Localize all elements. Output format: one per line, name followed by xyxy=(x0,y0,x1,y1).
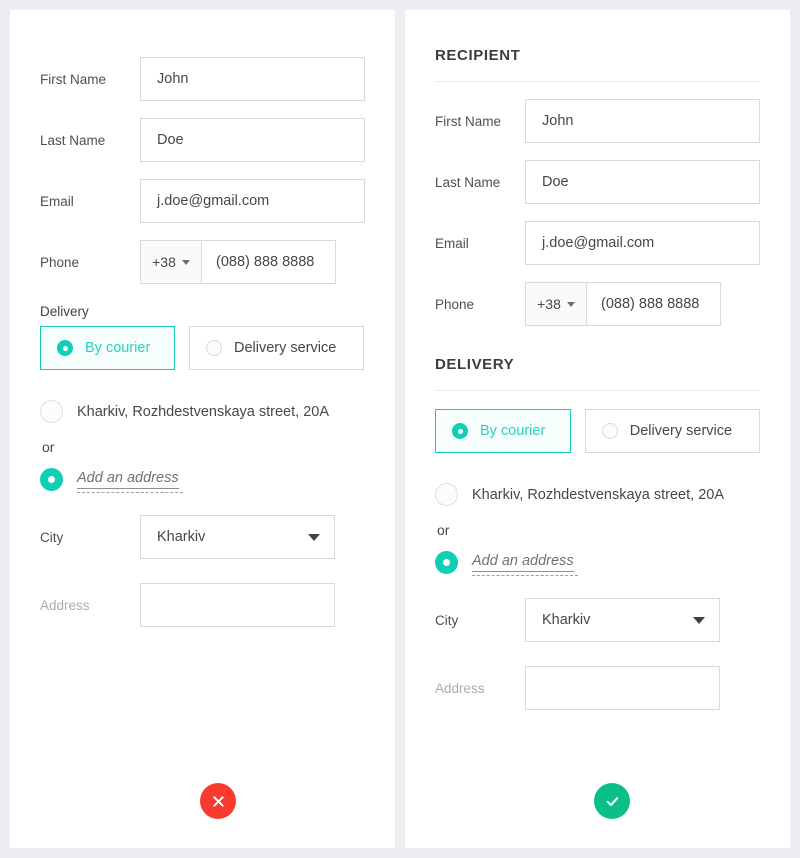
chevron-down-icon xyxy=(181,259,190,265)
saved-address-label: Kharkiv, Rozhdestvenskaya street, 20A xyxy=(472,486,724,503)
cancel-button[interactable] xyxy=(200,783,236,819)
field-row-city: City Kharkiv xyxy=(435,598,760,642)
delivery-option-delivery-service[interactable]: Delivery service xyxy=(584,409,760,453)
last-name-input[interactable]: Doe xyxy=(525,160,760,204)
phone-number-input[interactable]: (088) 888 8888 xyxy=(202,240,336,284)
saved-address-option[interactable]: Kharkiv, Rozhdestvenskaya street, 20A xyxy=(40,400,365,423)
delivery-option-by-courier[interactable]: By courier xyxy=(435,409,571,453)
radio-unselected-icon xyxy=(206,340,222,356)
phone-combo: +38 (088) 888 8888 xyxy=(525,282,721,326)
or-separator-label: or xyxy=(437,522,450,538)
last-name-label: Last Name xyxy=(435,174,501,190)
or-separator-label: or xyxy=(42,439,55,455)
check-icon xyxy=(606,796,618,806)
saved-address-label: Kharkiv, Rozhdestvenskaya street, 20A xyxy=(77,403,329,420)
email-input[interactable]: j.doe@gmail.com xyxy=(525,221,760,265)
address-input[interactable] xyxy=(140,583,335,627)
field-row-phone: Phone +38 (088) 888 8888 xyxy=(40,240,365,284)
delivery-mode-group: By courier Delivery service xyxy=(435,409,760,453)
right-panel-action-bar xyxy=(435,783,760,848)
delivery-inline-label: Delivery xyxy=(40,304,89,319)
radio-unselected-icon xyxy=(435,483,458,506)
delivery-section-heading: DELIVERY xyxy=(435,356,515,373)
phone-combo: +38 (088) 888 8888 xyxy=(140,240,336,284)
last-name-label: Last Name xyxy=(40,132,106,148)
delivery-option-by-courier[interactable]: By courier xyxy=(40,326,175,370)
radio-unselected-icon xyxy=(40,400,63,423)
confirm-button[interactable] xyxy=(594,783,630,819)
city-select[interactable]: Kharkiv xyxy=(140,515,335,559)
add-address-label[interactable]: Add an address xyxy=(77,470,183,493)
phone-number-input[interactable]: (088) 888 8888 xyxy=(587,282,721,326)
country-code-value: +38 xyxy=(152,254,176,270)
first-name-label: First Name xyxy=(435,113,502,129)
radio-selected-icon xyxy=(452,423,468,439)
city-label: City xyxy=(435,612,459,628)
address-input[interactable] xyxy=(525,666,720,710)
radio-selected-icon xyxy=(435,551,458,574)
radio-selected-icon xyxy=(57,340,73,356)
field-row-last-name: Last Name Doe xyxy=(40,118,365,162)
chevron-down-icon xyxy=(566,301,575,307)
close-icon xyxy=(212,795,224,807)
country-code-select[interactable]: +38 xyxy=(140,240,202,284)
city-select[interactable]: Kharkiv xyxy=(525,598,720,642)
saved-address-option[interactable]: Kharkiv, Rozhdestvenskaya street, 20A xyxy=(435,483,760,506)
email-input[interactable]: j.doe@gmail.com xyxy=(140,179,365,223)
field-row-address: Address xyxy=(435,666,760,710)
city-label: City xyxy=(40,529,64,545)
address-label: Address xyxy=(40,597,90,613)
right-form-panel: RECIPIENT First Name John Last Name Doe … xyxy=(405,10,790,848)
chevron-down-icon xyxy=(308,533,320,541)
city-select-value: Kharkiv xyxy=(542,612,591,628)
country-code-value: +38 xyxy=(537,296,561,312)
email-label: Email xyxy=(435,235,469,251)
delivery-option-by-courier-label: By courier xyxy=(85,340,151,356)
section-divider xyxy=(435,390,760,391)
country-code-select[interactable]: +38 xyxy=(525,282,587,326)
field-row-city: City Kharkiv xyxy=(40,515,365,559)
field-row-email: Email j.doe@gmail.com xyxy=(40,179,365,223)
field-row-address: Address xyxy=(40,583,365,627)
first-name-label: First Name xyxy=(40,71,107,87)
delivery-option-delivery-service-label: Delivery service xyxy=(234,340,337,356)
phone-label: Phone xyxy=(40,254,80,270)
delivery-option-delivery-service[interactable]: Delivery service xyxy=(189,326,364,370)
left-form-panel: First Name John Last Name Doe Email j.do… xyxy=(10,10,395,848)
page-root: First Name John Last Name Doe Email j.do… xyxy=(0,0,800,858)
last-name-input[interactable]: Doe xyxy=(140,118,365,162)
field-row-phone: Phone +38 (088) 888 8888 xyxy=(435,282,760,326)
radio-unselected-icon xyxy=(601,423,618,439)
add-address-option[interactable]: Add an address xyxy=(435,551,760,576)
add-address-label[interactable]: Add an address xyxy=(472,553,578,576)
field-row-first-name: First Name John xyxy=(435,99,760,143)
recipient-section-heading: RECIPIENT xyxy=(435,47,521,64)
field-row-last-name: Last Name Doe xyxy=(435,160,760,204)
left-panel-action-bar xyxy=(40,783,365,848)
chevron-down-icon xyxy=(693,616,705,624)
city-select-value: Kharkiv xyxy=(157,529,206,545)
first-name-input[interactable]: John xyxy=(525,99,760,143)
section-divider xyxy=(435,81,760,82)
address-label: Address xyxy=(435,680,485,696)
delivery-option-delivery-service-label: Delivery service xyxy=(629,423,733,439)
first-name-input[interactable]: John xyxy=(140,57,365,101)
delivery-mode-group: By courier Delivery service xyxy=(40,326,365,370)
radio-selected-icon xyxy=(40,468,63,491)
email-label: Email xyxy=(40,193,74,209)
add-address-option[interactable]: Add an address xyxy=(40,468,365,493)
field-row-first-name: First Name John xyxy=(40,57,365,101)
phone-label: Phone xyxy=(435,296,475,312)
field-row-email: Email j.doe@gmail.com xyxy=(435,221,760,265)
delivery-option-by-courier-label: By courier xyxy=(480,423,546,439)
